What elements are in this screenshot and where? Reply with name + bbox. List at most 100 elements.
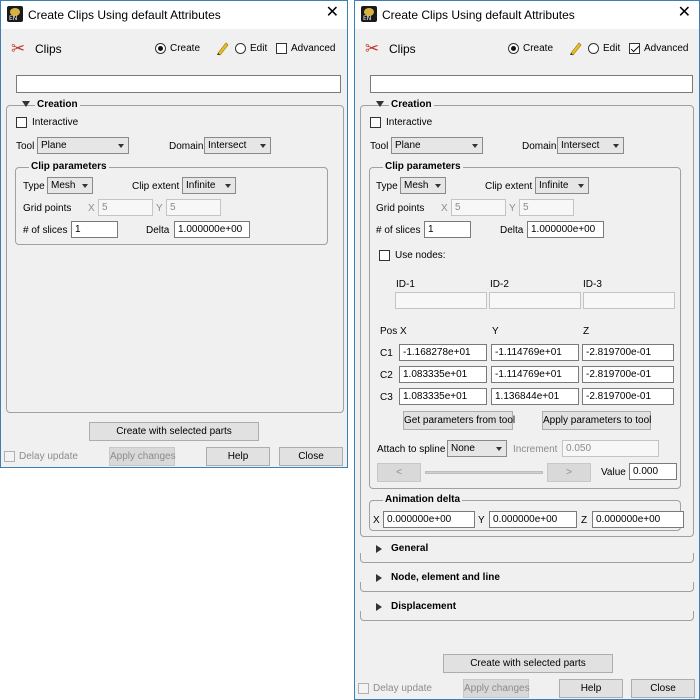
delta-input[interactable]: 1.000000e+00 [174, 221, 250, 238]
c1-y-input[interactable]: -1.114769e+01 [491, 344, 579, 361]
chevron-down-icon [496, 447, 502, 451]
part-description-input[interactable] [16, 75, 341, 93]
grid-x-input[interactable]: 5 [98, 199, 153, 216]
chevron-down-icon [118, 144, 124, 148]
spline-prev-button[interactable]: < [377, 463, 421, 482]
edit-radio[interactable] [588, 43, 599, 54]
c3-y-input[interactable]: 1.136844e+01 [491, 388, 579, 405]
interactive-checkbox[interactable] [16, 117, 27, 128]
anim-z-input[interactable]: 0.000000e+00 [592, 511, 684, 528]
clip-extent-value: Infinite [186, 180, 216, 191]
domain-select[interactable]: Intersect [204, 137, 271, 154]
interactive-label: Interactive [32, 117, 79, 128]
c2-x-input[interactable]: 1.083335e+01 [399, 366, 487, 383]
advanced-checkbox-label: Advanced [291, 43, 336, 54]
grid-x-label: X [441, 203, 448, 214]
tool-select[interactable]: Plane [37, 137, 129, 154]
id-2-input[interactable] [489, 292, 581, 309]
spline-position-slider[interactable] [425, 471, 543, 474]
grid-y-label: Y [509, 203, 516, 214]
creation-expand-icon[interactable] [376, 101, 384, 107]
delay-update-checkbox[interactable] [358, 683, 369, 694]
clip-extent-select[interactable]: Infinite [182, 177, 236, 194]
anim-y-label: Y [478, 515, 485, 526]
slices-input[interactable]: 1 [424, 221, 471, 238]
grid-x-input[interactable]: 5 [451, 199, 506, 216]
part-description-input[interactable] [370, 75, 693, 93]
pencil-icon [570, 42, 582, 56]
chevron-down-icon [225, 184, 231, 188]
grid-y-input[interactable]: 5 [166, 199, 221, 216]
type-select[interactable]: Mesh [400, 177, 446, 194]
tool-select[interactable]: Plane [391, 137, 483, 154]
create-with-selected-parts-button[interactable]: Create with selected parts [443, 654, 613, 673]
grid-y-input[interactable]: 5 [519, 199, 574, 216]
id-3-header: ID-3 [583, 279, 602, 290]
delay-update-checkbox[interactable] [4, 451, 15, 462]
col-x-header: X [400, 326, 407, 337]
attach-spline-select[interactable]: None [447, 440, 507, 457]
edit-radio-label: Edit [250, 43, 268, 54]
node-element-line-section [360, 582, 694, 592]
advanced-checkbox[interactable] [629, 43, 640, 54]
chevron-down-icon [82, 184, 88, 188]
create-radio[interactable] [155, 43, 166, 54]
anim-y-input[interactable]: 0.000000e+00 [489, 511, 577, 528]
clip-extent-select[interactable]: Infinite [535, 177, 589, 194]
c2-y-input[interactable]: -1.114769e+01 [491, 366, 579, 383]
grid-x-label: X [88, 203, 95, 214]
edit-radio[interactable] [235, 43, 246, 54]
title-bar[interactable]: Create Clips Using default Attributes ✕ [355, 1, 699, 29]
close-button[interactable]: Close [279, 447, 343, 466]
increment-input[interactable]: 0.050 [562, 440, 659, 457]
title-bar[interactable]: Create Clips Using default Attributes ✕ [1, 1, 347, 29]
id-1-input[interactable] [395, 292, 487, 309]
c2-z-input[interactable]: -2.819700e-01 [582, 366, 674, 383]
grid-y-label: Y [156, 203, 163, 214]
create-radio[interactable] [508, 43, 519, 54]
use-nodes-checkbox[interactable] [379, 250, 390, 261]
anim-x-label: X [373, 515, 380, 526]
slices-input[interactable]: 1 [71, 221, 118, 238]
domain-select[interactable]: Intersect [557, 137, 624, 154]
help-button[interactable]: Help [206, 447, 270, 466]
clips-label: Clips [389, 42, 416, 56]
help-button[interactable]: Help [559, 679, 623, 698]
id-3-input[interactable] [583, 292, 675, 309]
value-input[interactable]: 0.000 [629, 463, 677, 480]
displacement-expand-icon[interactable] [376, 603, 382, 611]
type-select[interactable]: Mesh [47, 177, 93, 194]
anim-x-input[interactable]: 0.000000e+00 [383, 511, 475, 528]
general-expand-icon[interactable] [376, 545, 382, 553]
advanced-checkbox[interactable] [276, 43, 287, 54]
apply-changes-button[interactable]: Apply changes [109, 447, 176, 466]
delta-input[interactable]: 1.000000e+00 [527, 221, 604, 238]
c3-x-input[interactable]: 1.083335e+01 [399, 388, 487, 405]
window-title: Create Clips Using default Attributes [28, 8, 221, 22]
clip-extent-value: Infinite [539, 180, 569, 191]
type-select-value: Mesh [404, 180, 429, 191]
creation-expand-icon[interactable] [22, 101, 30, 107]
domain-select-value: Intersect [208, 140, 247, 151]
close-button[interactable]: Close [631, 679, 695, 698]
apply-changes-button[interactable]: Apply changes [463, 679, 530, 698]
node-element-line-expand-icon[interactable] [376, 574, 382, 582]
clips-window-basic: Create Clips Using default Attributes ✕ … [0, 0, 348, 468]
pos-label: Pos [380, 326, 398, 337]
scissors-icon: ✂ [365, 39, 380, 58]
interactive-checkbox[interactable] [370, 117, 381, 128]
id-1-header: ID-1 [396, 279, 415, 290]
create-with-selected-parts-button[interactable]: Create with selected parts [89, 422, 259, 441]
c1-z-input[interactable]: -2.819700e-01 [582, 344, 674, 361]
close-window-icon[interactable]: ✕ [678, 5, 691, 21]
displacement-section [360, 611, 694, 621]
get-parameters-from-tool-button[interactable]: Get parameters from tool [403, 411, 515, 430]
attach-to-spline-label: Attach to spline [377, 444, 446, 455]
spline-next-button[interactable]: > [547, 463, 591, 482]
type-select-value: Mesh [51, 180, 76, 191]
c1-x-input[interactable]: -1.168278e+01 [399, 344, 487, 361]
close-window-icon[interactable]: ✕ [326, 5, 339, 21]
c3-z-input[interactable]: -2.819700e-01 [582, 388, 674, 405]
c3-label: C3 [380, 392, 393, 403]
apply-parameters-to-tool-button[interactable]: Apply parameters to tool [542, 411, 651, 430]
